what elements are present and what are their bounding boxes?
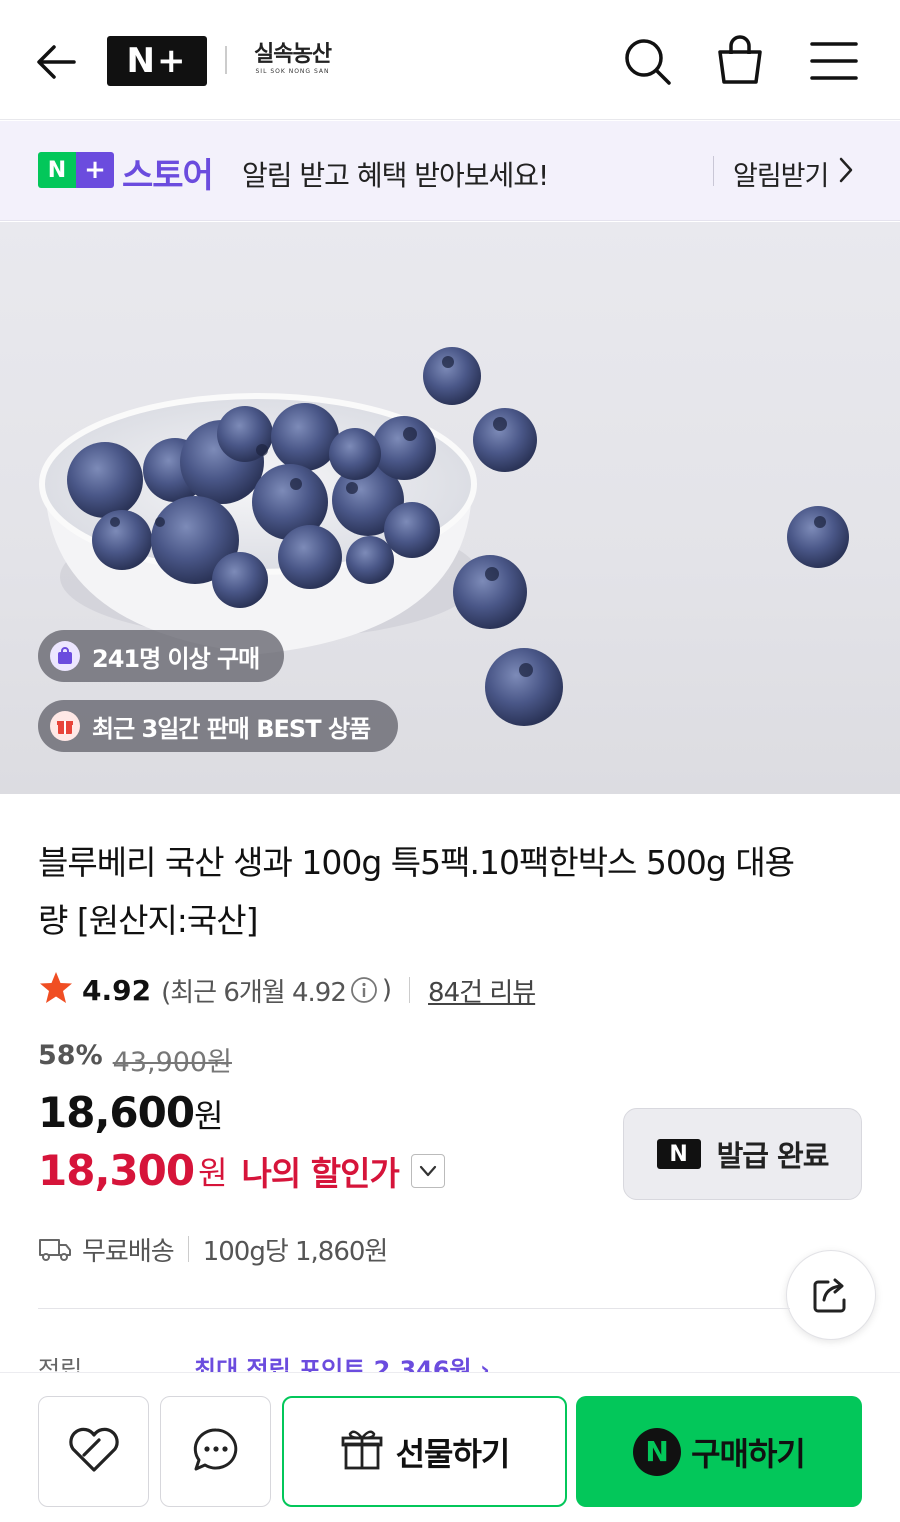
search-icon[interactable] [620,34,674,88]
rating-row: 4.92 (최근 6개월 4.92 ) 84건 리뷰 [38,968,536,1012]
shipping-divider [187,1236,189,1262]
recent-rating-close: ) [381,975,392,1005]
coupon-issued-button[interactable]: N 발급 완료 [623,1108,862,1200]
notification-subscribe-button[interactable]: 알림받기 [733,154,854,193]
badge-n: N [38,152,76,188]
share-icon[interactable] [786,1250,876,1340]
truck-icon [38,1236,72,1262]
shipping-row: 무료배송 100g당 1,860원 [38,1228,389,1270]
rating-divider [409,977,411,1003]
sale-price-unit: 원 [194,1097,223,1135]
naver-pay-n-icon: N [633,1427,682,1476]
my-discount-price-unit: 원 [198,1153,228,1192]
notice-divider [713,156,714,186]
menu-icon[interactable] [806,36,862,86]
notice-message: 알림 받고 혜택 받아보세요! [242,159,549,192]
discount-row: 58% 43,900원 [38,1040,232,1079]
purchase-count-badge: 241명 이상 구매 [38,630,284,682]
logo-divider [225,46,227,74]
heart-icon [66,1425,122,1479]
recent-rating-text: (최근 6개월 4.92 [161,977,347,1008]
chevron-down-icon[interactable] [410,1153,445,1188]
gift-box-badge-icon [50,711,80,741]
gift-icon [340,1428,384,1476]
unit-price: 100g당 1,860원 [202,1236,389,1267]
my-discount-price: 18,300 [38,1146,195,1195]
wishlist-button[interactable] [38,1396,149,1507]
nplus-store-badge: N + [38,152,114,188]
section-divider [38,1308,790,1309]
brand-name: 실속농산 [254,42,332,67]
sale-price: 18,600원 [38,1088,224,1137]
shopping-bag-icon[interactable] [712,32,768,88]
brand-logo[interactable]: 실속농산 SIL SOK NONG SAN [245,42,340,82]
points-value: 최대 적립 포인트 2,346원 › [194,1356,490,1372]
brand-name-en: SIL SOK NONG SAN [255,68,330,75]
store-label: 스토어 [122,156,214,196]
original-price: 43,900원 [112,1047,232,1078]
top-header: N+ 실속농산 SIL SOK NONG SAN [0,0,900,120]
shopping-bag-badge-icon [50,641,80,671]
points-row[interactable]: 적립 최대 적립 포인트 2,346원 › [38,1350,638,1372]
naver-n-coupon-icon: N [656,1139,701,1169]
chat-button[interactable] [160,1396,271,1507]
best-seller-badge: 최근 3일간 판매 BEST 상품 [38,700,398,752]
gift-button[interactable]: 선물하기 [282,1396,567,1507]
rating-value: 4.92 [82,973,152,1007]
my-discount-price-row: 18,300 원 나의 할인가 [38,1146,445,1195]
discount-rate: 58% [38,1040,103,1071]
review-count-link[interactable]: 84건 리뷰 [428,972,536,1009]
shipping-text: 무료배송 [82,1236,175,1267]
badge-plus: + [76,152,114,188]
my-discount-label: 나의 할인가 [241,1153,400,1193]
coupon-issued-label: 발급 완료 [716,1139,830,1173]
purchase-count-text: 241명 이상 구매 [92,644,260,673]
back-arrow-icon[interactable] [30,36,82,88]
best-seller-text: 최근 3일간 판매 BEST 상품 [92,714,371,743]
points-label: 적립 [38,1356,83,1372]
sale-price-value: 18,600 [38,1088,195,1137]
notification-subscribe-label: 알림받기 [733,161,829,192]
star-icon [38,970,74,1010]
product-title: 블루베리 국산 생과 100g 특5팩.10팩한박스 500g 대용량 [원산지… [38,843,795,940]
info-icon[interactable] [350,976,378,1004]
buy-button[interactable]: N 구매하기 [576,1396,862,1507]
recent-rating: (최근 6개월 4.92 ) [161,972,392,1009]
chevron-right-icon [838,156,854,191]
gift-label: 선물하기 [395,1434,511,1473]
buy-label: 구매하기 [691,1434,806,1473]
nplus-logo[interactable]: N+ [107,36,207,86]
chat-bubble-icon [190,1424,242,1480]
